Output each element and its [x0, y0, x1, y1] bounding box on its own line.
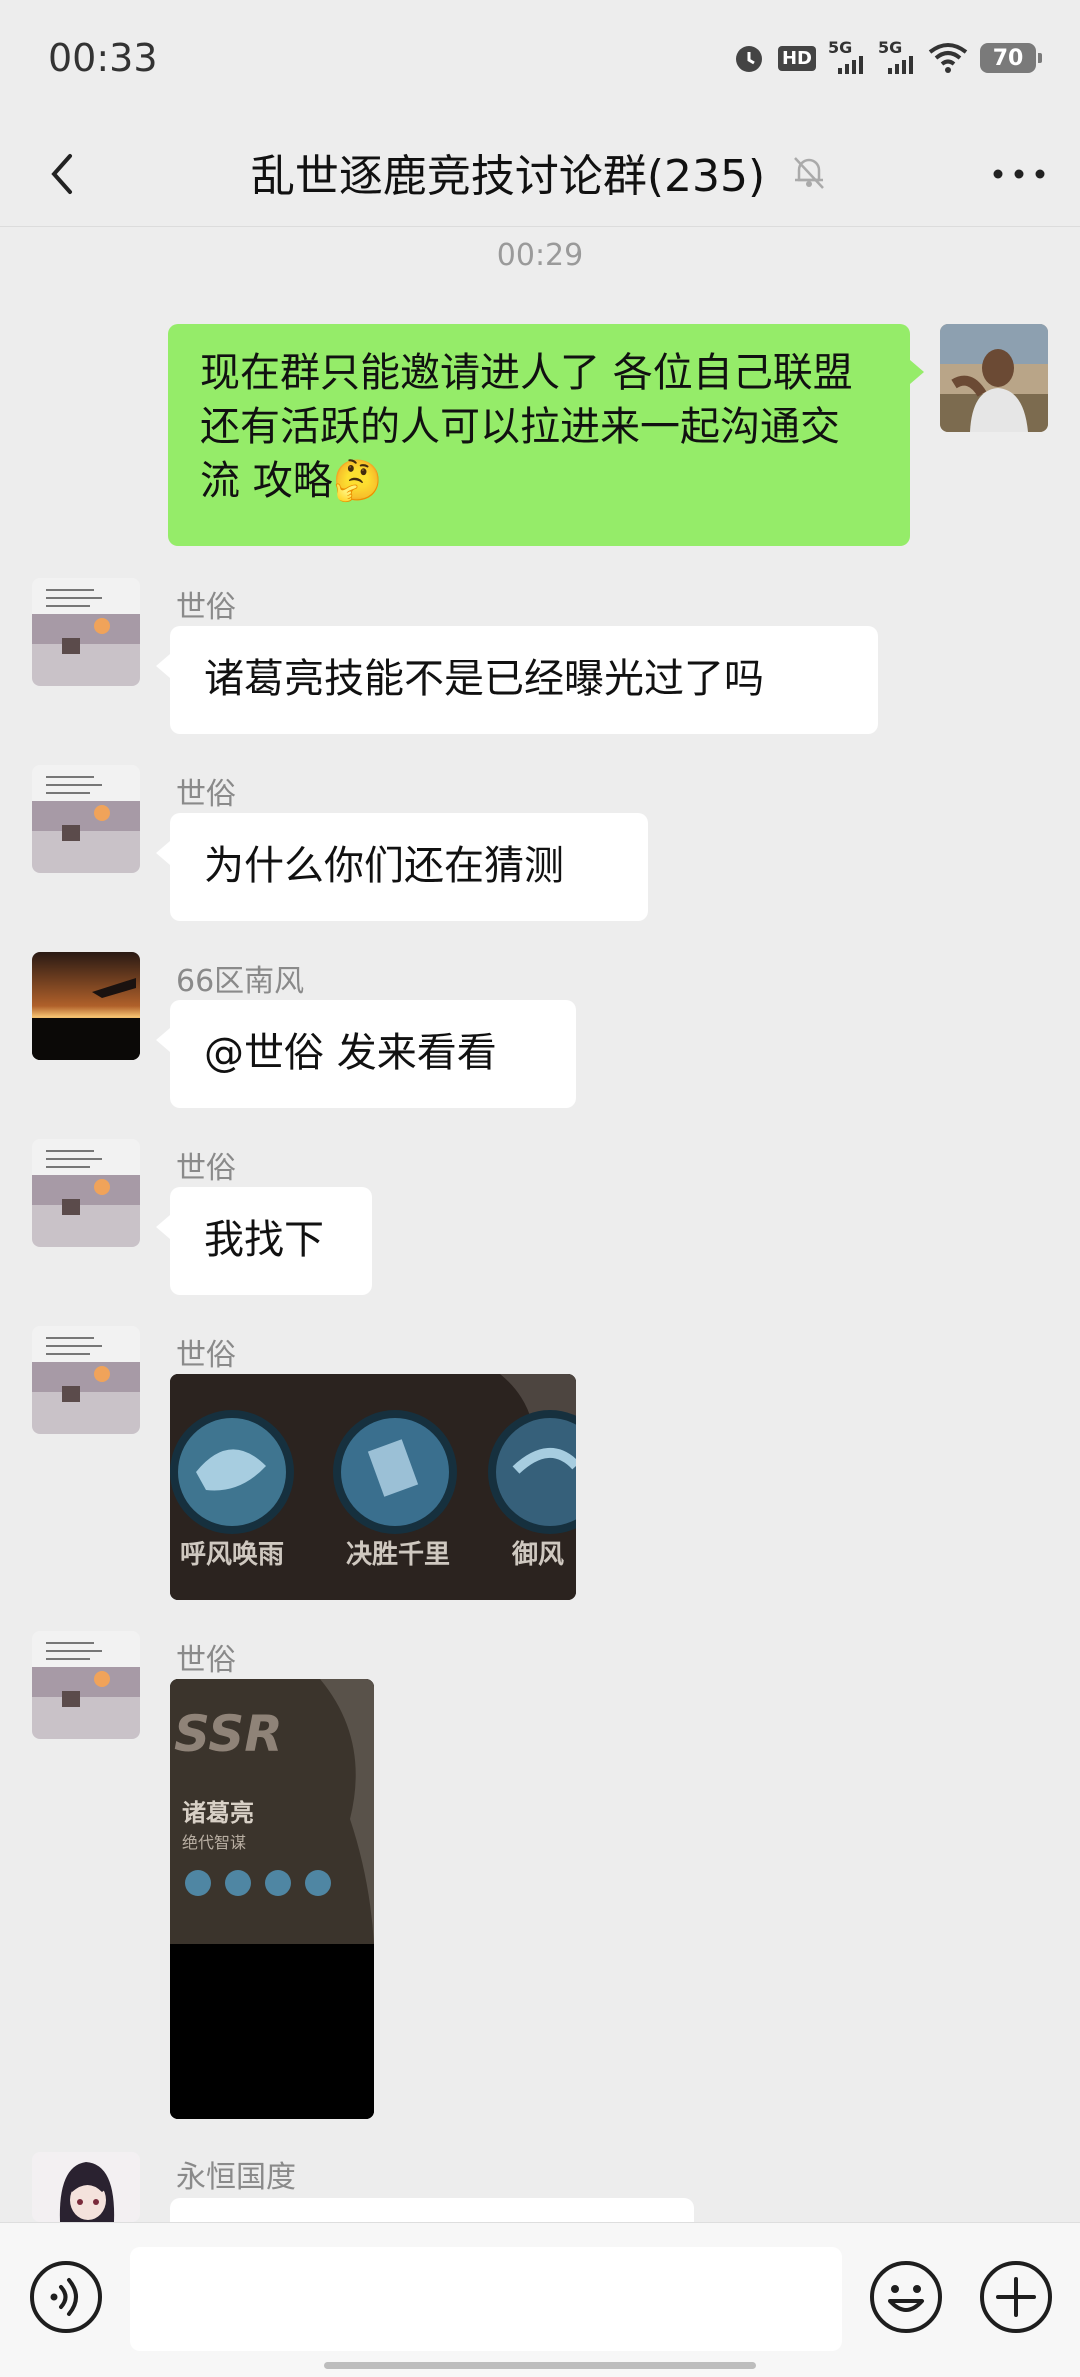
signal-5g-icon-2: 5G [878, 40, 916, 76]
image-message[interactable]: 呼风唤雨 决胜千里 御风 [170, 1374, 576, 1600]
more-dots-icon [993, 169, 1045, 179]
sender-name: 世俗 [176, 1643, 236, 1678]
sender-name: 永恒国度 [176, 2160, 296, 2195]
mute-bell-icon [794, 157, 825, 189]
sender-name: 世俗 [176, 590, 236, 625]
page-title: 乱世逐鹿竞技讨论群(235) [250, 151, 766, 202]
sender-name: 世俗 [176, 777, 236, 812]
input-bar [0, 2222, 1080, 2377]
sender-avatar[interactable] [32, 765, 140, 873]
sender-avatar[interactable] [32, 1139, 140, 1247]
more-options-button[interactable] [984, 144, 1054, 204]
chevron-left-icon [51, 154, 72, 194]
sender-avatar[interactable] [32, 1326, 140, 1434]
voice-button[interactable] [28, 2259, 104, 2335]
sender-name: 66区南风 [176, 964, 305, 999]
voice-icon [30, 2261, 102, 2333]
skill-label: 呼风唤雨 [180, 1540, 285, 1570]
status-icons: HD 5G 5G 70 [732, 38, 1042, 78]
emoji-icon [870, 2261, 942, 2333]
sender-avatar[interactable] [32, 2152, 140, 2222]
emoji-button[interactable] [868, 2259, 944, 2335]
skill-label: 决胜千里 [346, 1540, 451, 1570]
more-functions-button[interactable] [978, 2259, 1054, 2335]
message-bubble[interactable]: @世俗 发来看看 [156, 1000, 576, 1108]
skill-label: 御风 [512, 1540, 565, 1570]
status-bar: 00:33 HD 5G 5G 70 [0, 0, 1080, 118]
sender-avatar[interactable] [32, 1631, 140, 1739]
message-timestamp: 00:29 [496, 238, 584, 273]
battery-icon: 70 [980, 43, 1042, 73]
hero-subtitle: 绝代智谋 [182, 1833, 247, 1852]
message-bubble[interactable] [156, 2198, 694, 2250]
message-bubble[interactable]: 我找下 [156, 1187, 372, 1295]
sender-avatar[interactable] [32, 952, 140, 1060]
title-wrap: 乱世逐鹿竞技讨论群(235) [240, 140, 840, 204]
message-bubble[interactable]: 为什么你们还在猜测 [156, 813, 648, 921]
message-bubble[interactable]: 诸葛亮技能不是已经曝光过了吗 [156, 626, 878, 734]
status-time: 00:33 [48, 36, 158, 80]
image-message[interactable]: SSR 诸葛亮 绝代智谋 [170, 1679, 374, 2119]
plus-icon [980, 2261, 1052, 2333]
message-bubble[interactable]: 现在群只能邀请进人了 各位自己联盟还有活跃的人可以拉进来一起沟通交流 攻略🤔 [168, 324, 924, 546]
header-divider [0, 226, 1080, 227]
my-avatar[interactable] [940, 324, 1048, 432]
wifi-icon [928, 42, 968, 74]
sender-name: 世俗 [176, 1338, 236, 1373]
ssr-label: SSR [174, 1705, 283, 1763]
sender-name: 世俗 [176, 1151, 236, 1186]
hero-name: 诸葛亮 [182, 1799, 254, 1827]
back-button[interactable] [30, 138, 100, 208]
home-indicator[interactable] [324, 2362, 756, 2369]
sender-avatar[interactable] [32, 578, 140, 686]
chat-header: 乱世逐鹿竞技讨论群(235) [0, 118, 1080, 226]
signal-5g-icon: 5G [828, 40, 866, 76]
message-input[interactable] [130, 2247, 842, 2351]
hd-icon: HD [777, 45, 816, 71]
alarm-icon [732, 41, 766, 75]
